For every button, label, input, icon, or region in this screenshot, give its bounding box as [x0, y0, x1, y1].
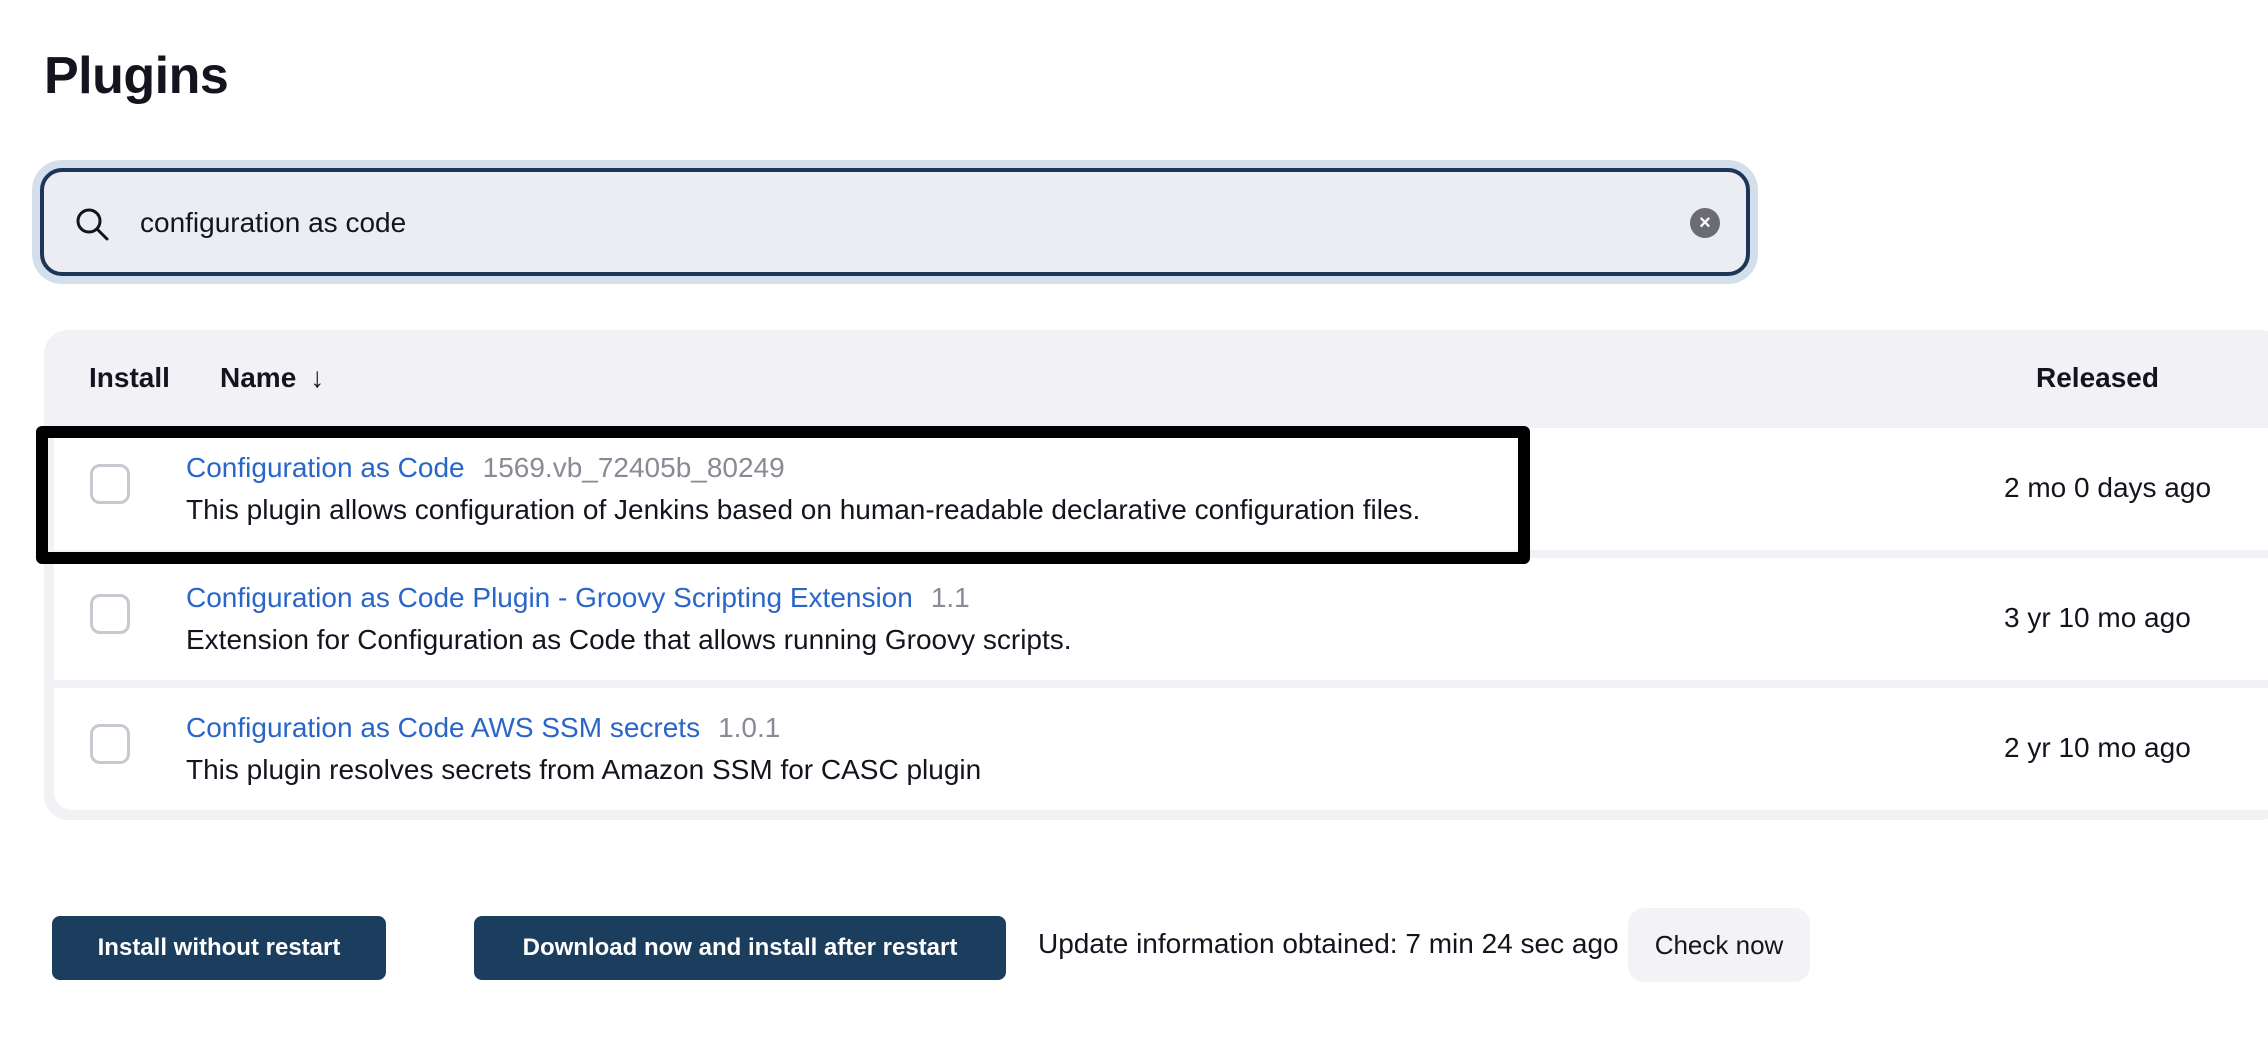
column-header-name[interactable]: Name ↓: [220, 362, 324, 394]
column-header-released[interactable]: Released: [2036, 362, 2159, 394]
plugin-released: 3 yr 10 mo ago: [2004, 602, 2191, 633]
plugin-version: 1.0.1: [718, 712, 781, 743]
plugin-description: Extension for Configuration as Code that…: [186, 624, 1072, 655]
search-icon: [76, 208, 109, 241]
plugin-name[interactable]: Configuration as Code Plugin - Groovy Sc…: [186, 582, 913, 613]
install-without-restart-button[interactable]: Install without restart: [52, 916, 386, 980]
plugin-version: 1.1: [930, 582, 970, 613]
page-title: Plugins: [44, 47, 229, 105]
install-checkbox[interactable]: [90, 464, 130, 504]
plugin-description: This plugin resolves secrets from Amazon…: [186, 754, 982, 785]
plugin-released: 2 yr 10 mo ago: [2004, 732, 2191, 763]
download-install-after-restart-button[interactable]: Download now and install after restart: [474, 916, 1006, 980]
clear-icon[interactable]: ×: [1690, 208, 1720, 238]
plugins-page: Plugins × Install Name ↓ Released Configu…: [0, 0, 2268, 1056]
table-row: Configuration as Code Plugin - Groovy Sc…: [54, 558, 2268, 680]
table-row: Configuration as Code 1569.vb_72405b_8024…: [54, 428, 2268, 550]
plugin-name[interactable]: Configuration as Code: [186, 452, 465, 483]
plugin-description: This plugin allows configuration of Jenk…: [186, 494, 1421, 525]
search-input[interactable]: [140, 196, 1640, 250]
table-row: Configuration as Code AWS SSM secrets 1.0…: [54, 688, 2268, 810]
sort-down-icon: ↓: [310, 362, 325, 393]
install-checkbox[interactable]: [90, 594, 130, 634]
column-header-install: Install: [89, 362, 170, 393]
plugin-name[interactable]: Configuration as Code AWS SSM secrets: [186, 712, 700, 743]
plugin-name-link[interactable]: Configuration as Code 1569.vb_72405b_8024…: [186, 452, 785, 484]
install-checkbox[interactable]: [90, 724, 130, 764]
plugin-name-link[interactable]: Configuration as Code AWS SSM secrets 1.0…: [186, 712, 780, 744]
plugin-name-link[interactable]: Configuration as Code Plugin - Groovy Sc…: [186, 582, 970, 614]
plugin-version: 1569.vb_72405b_80249: [482, 452, 785, 483]
column-header-name-label: Name: [220, 362, 297, 393]
check-now-button[interactable]: Check now: [1628, 908, 1810, 982]
update-info-text: Update information obtained: 7 min 24 se…: [1038, 928, 1619, 959]
plugin-released: 2 mo 0 days ago: [2004, 472, 2212, 503]
